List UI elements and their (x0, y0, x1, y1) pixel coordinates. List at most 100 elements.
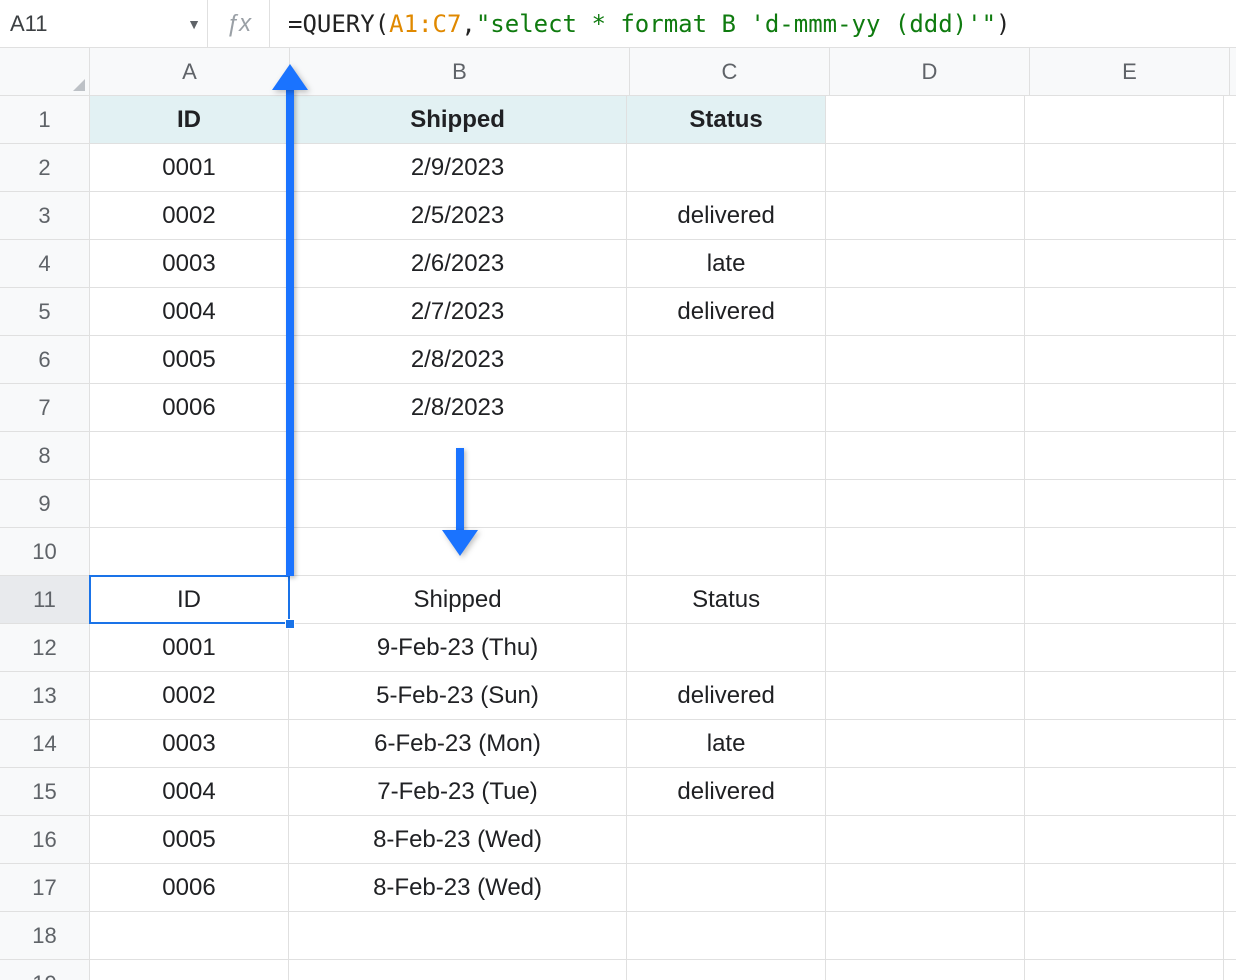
cell-e2[interactable] (1025, 144, 1224, 192)
cell-c5[interactable]: delivered (627, 288, 826, 336)
row-19-header[interactable]: 19 (0, 960, 89, 980)
row-15-header[interactable]: 15 (0, 768, 89, 816)
row-4-header[interactable]: 4 (0, 240, 89, 288)
cell-b3[interactable]: 2/5/2023 (289, 192, 627, 240)
formula-input[interactable]: =QUERY(A1:C7,"select * format B 'd-mmm-y… (270, 10, 1236, 38)
cell-a13[interactable]: 0002 (90, 672, 289, 720)
cell-d17[interactable] (826, 864, 1025, 912)
row-16-header[interactable]: 16 (0, 816, 89, 864)
cell-b14[interactable]: 6-Feb-23 (Mon) (289, 720, 627, 768)
cell-c17[interactable] (627, 864, 826, 912)
cell-e6[interactable] (1025, 336, 1224, 384)
cell-d13[interactable] (826, 672, 1025, 720)
cell-c10[interactable] (627, 528, 826, 576)
cell-b11[interactable]: Shipped (289, 576, 627, 624)
cell-a16[interactable]: 0005 (90, 816, 289, 864)
cell-d6[interactable] (826, 336, 1025, 384)
cell-d11[interactable] (826, 576, 1025, 624)
cell-c16[interactable] (627, 816, 826, 864)
cell-d7[interactable] (826, 384, 1025, 432)
cell-b4[interactable]: 2/6/2023 (289, 240, 627, 288)
cell-e9[interactable] (1025, 480, 1224, 528)
cell-e12[interactable] (1025, 624, 1224, 672)
cell-e13[interactable] (1025, 672, 1224, 720)
cell-a9[interactable] (90, 480, 289, 528)
cell-c12[interactable] (627, 624, 826, 672)
cell-c9[interactable] (627, 480, 826, 528)
cell-d8[interactable] (826, 432, 1025, 480)
cell-b7[interactable]: 2/8/2023 (289, 384, 627, 432)
cell-b16[interactable]: 8-Feb-23 (Wed) (289, 816, 627, 864)
cell-a11[interactable]: ID (90, 576, 289, 624)
cell-c14[interactable]: late (627, 720, 826, 768)
row-1-header[interactable]: 1 (0, 96, 89, 144)
row-3-header[interactable]: 3 (0, 192, 89, 240)
cell-a7[interactable]: 0006 (90, 384, 289, 432)
row-9-header[interactable]: 9 (0, 480, 89, 528)
cell-a3[interactable]: 0002 (90, 192, 289, 240)
select-all-corner[interactable] (0, 48, 90, 96)
grid[interactable]: ID Shipped Status 00012/9/2023 00022/5/2… (90, 96, 1236, 980)
cell-d19[interactable] (826, 960, 1025, 980)
cell-e14[interactable] (1025, 720, 1224, 768)
active-cell-handle[interactable] (285, 619, 295, 629)
cell-a1[interactable]: ID (90, 96, 289, 144)
cell-a2[interactable]: 0001 (90, 144, 289, 192)
row-12-header[interactable]: 12 (0, 624, 89, 672)
cell-b17[interactable]: 8-Feb-23 (Wed) (289, 864, 627, 912)
cell-b5[interactable]: 2/7/2023 (289, 288, 627, 336)
cell-d12[interactable] (826, 624, 1025, 672)
cell-e1[interactable] (1025, 96, 1224, 144)
cell-d4[interactable] (826, 240, 1025, 288)
cell-b19[interactable] (289, 960, 627, 980)
cell-c6[interactable] (627, 336, 826, 384)
row-14-header[interactable]: 14 (0, 720, 89, 768)
cell-b2[interactable]: 2/9/2023 (289, 144, 627, 192)
col-b-header[interactable]: B (290, 48, 630, 95)
cell-d5[interactable] (826, 288, 1025, 336)
cell-c3[interactable]: delivered (627, 192, 826, 240)
col-d-header[interactable]: D (830, 48, 1030, 95)
cell-e10[interactable] (1025, 528, 1224, 576)
cell-d2[interactable] (826, 144, 1025, 192)
cell-a18[interactable] (90, 912, 289, 960)
row-8-header[interactable]: 8 (0, 432, 89, 480)
cell-c4[interactable]: late (627, 240, 826, 288)
cell-e11[interactable] (1025, 576, 1224, 624)
cell-d10[interactable] (826, 528, 1025, 576)
cell-a15[interactable]: 0004 (90, 768, 289, 816)
row-6-header[interactable]: 6 (0, 336, 89, 384)
cell-d15[interactable] (826, 768, 1025, 816)
cell-c1[interactable]: Status (627, 96, 826, 144)
cell-e15[interactable] (1025, 768, 1224, 816)
cell-e18[interactable] (1025, 912, 1224, 960)
row-13-header[interactable]: 13 (0, 672, 89, 720)
row-5-header[interactable]: 5 (0, 288, 89, 336)
cell-c15[interactable]: delivered (627, 768, 826, 816)
cell-c11[interactable]: Status (627, 576, 826, 624)
cell-a10[interactable] (90, 528, 289, 576)
col-e-header[interactable]: E (1030, 48, 1230, 95)
cell-d14[interactable] (826, 720, 1025, 768)
cell-b6[interactable]: 2/8/2023 (289, 336, 627, 384)
name-box[interactable]: A11 (10, 11, 181, 37)
cell-e3[interactable] (1025, 192, 1224, 240)
cell-c2[interactable] (627, 144, 826, 192)
cell-c13[interactable]: delivered (627, 672, 826, 720)
cell-e7[interactable] (1025, 384, 1224, 432)
cell-d9[interactable] (826, 480, 1025, 528)
cell-d1[interactable] (826, 96, 1025, 144)
cell-b12[interactable]: 9-Feb-23 (Thu) (289, 624, 627, 672)
cell-b18[interactable] (289, 912, 627, 960)
cell-e5[interactable] (1025, 288, 1224, 336)
cell-a12[interactable]: 0001 (90, 624, 289, 672)
cell-a4[interactable]: 0003 (90, 240, 289, 288)
cell-b15[interactable]: 7-Feb-23 (Tue) (289, 768, 627, 816)
col-c-header[interactable]: C (630, 48, 830, 95)
cell-a14[interactable]: 0003 (90, 720, 289, 768)
cell-a19[interactable] (90, 960, 289, 980)
cell-c7[interactable] (627, 384, 826, 432)
cell-e16[interactable] (1025, 816, 1224, 864)
cell-e17[interactable] (1025, 864, 1224, 912)
cell-a17[interactable]: 0006 (90, 864, 289, 912)
